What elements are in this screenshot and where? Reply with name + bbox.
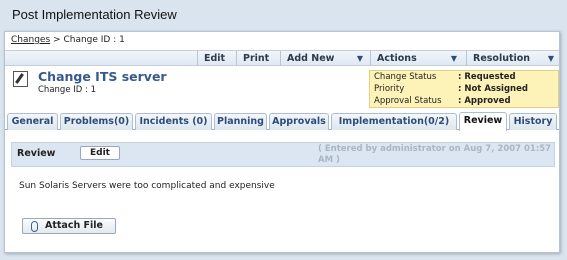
tab-general[interactable]: General	[7, 113, 58, 130]
add-new-menu[interactable]: Add New ▼	[280, 51, 368, 66]
breadcrumb-current: Change ID : 1	[63, 35, 125, 45]
review-header-bar: Review Edit ( Entered by administrator o…	[11, 142, 555, 167]
edit-document-icon	[13, 71, 28, 87]
tab-implementation[interactable]: Implementation(0/2)	[331, 113, 457, 130]
chevron-down-icon: ▼	[356, 54, 363, 63]
actions-label: Actions	[377, 53, 417, 64]
change-detail-panel: Changes > Change ID : 1 Edit Print Add N…	[4, 31, 560, 253]
breadcrumb-changes-link[interactable]: Changes	[11, 35, 50, 45]
change-id: Change ID : 1	[38, 85, 96, 95]
tab-review[interactable]: Review	[459, 112, 507, 131]
print-button[interactable]: Print	[236, 51, 276, 66]
add-new-label: Add New	[287, 53, 335, 64]
resolution-label: Resolution	[473, 53, 531, 64]
chevron-down-icon: ▼	[547, 54, 554, 63]
resolution-menu[interactable]: Resolution ▼	[466, 51, 559, 66]
approval-status-value: : Approved	[458, 96, 511, 106]
paperclip-icon	[31, 221, 38, 232]
edit-button[interactable]: Edit	[197, 51, 229, 66]
tab-incidents[interactable]: Incidents (0)	[135, 113, 212, 130]
attach-file-button[interactable]: Attach File	[22, 218, 116, 234]
status-box: Change Status : Requested Priority : Not…	[369, 70, 559, 108]
review-section-label: Review	[17, 148, 56, 159]
chevron-down-icon: ▼	[450, 54, 457, 63]
window-title: Post Implementation Review	[12, 7, 177, 22]
tab-approvals[interactable]: Approvals	[269, 113, 329, 130]
approval-status-label: Approval Status	[374, 96, 442, 106]
entered-by-info: ( Entered by administrator on Aug 7, 200…	[318, 144, 552, 165]
change-header: Change ITS server Change ID : 1 Change S…	[5, 68, 559, 108]
breadcrumb: Changes > Change ID : 1	[11, 35, 125, 45]
change-title: Change ITS server	[38, 69, 167, 84]
review-text: Sun Solaris Servers were too complicated…	[19, 181, 275, 191]
tab-problems[interactable]: Problems(0)	[60, 113, 133, 130]
review-edit-button[interactable]: Edit	[80, 146, 120, 160]
tab-history[interactable]: History	[509, 113, 557, 130]
priority-value: : Not Assigned	[458, 84, 528, 94]
change-status-value: : Requested	[458, 72, 516, 82]
breadcrumb-separator: >	[53, 35, 61, 45]
attach-file-label: Attach File	[45, 220, 103, 231]
action-toolbar: Edit Print Add New ▼ Actions ▼ Resolutio…	[5, 50, 559, 66]
actions-menu[interactable]: Actions ▼	[370, 51, 462, 66]
tab-strip: General Problems(0) Incidents (0) Planni…	[5, 112, 559, 131]
priority-label: Priority	[374, 84, 405, 94]
change-status-label: Change Status	[374, 72, 437, 82]
tab-planning[interactable]: Planning	[214, 113, 267, 130]
